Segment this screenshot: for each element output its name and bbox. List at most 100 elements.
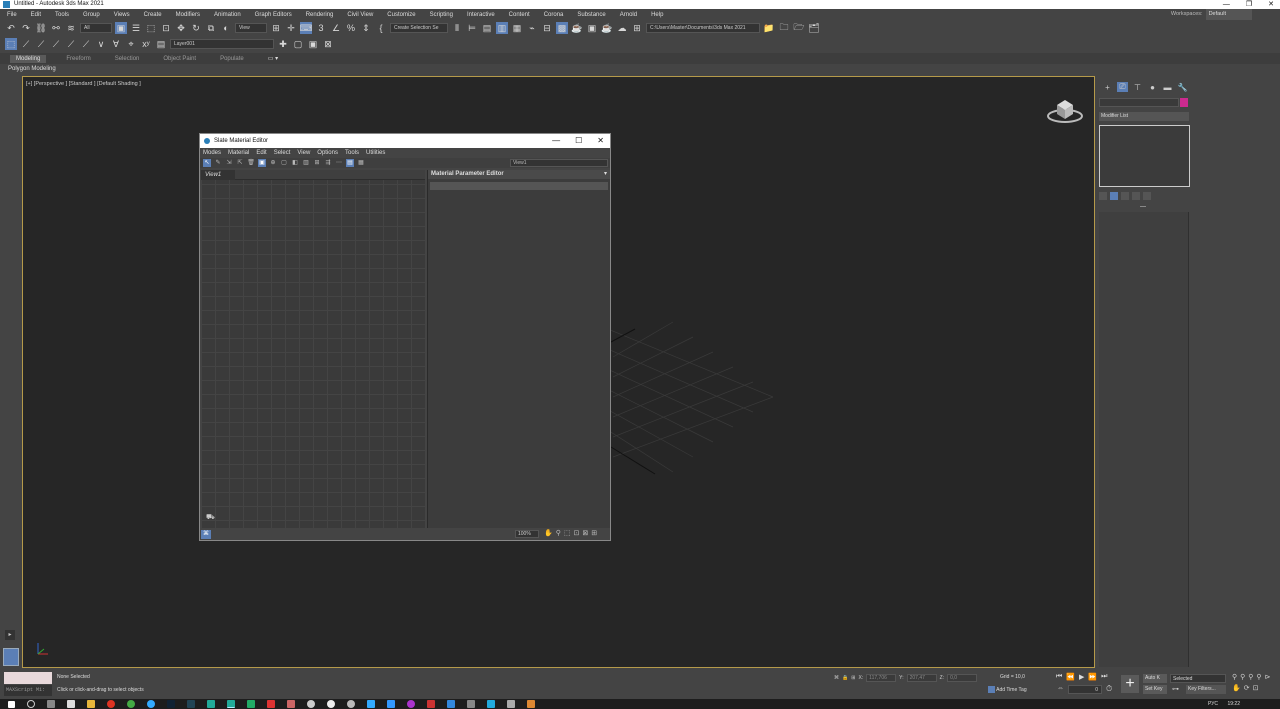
utilities-tab-icon[interactable]: 🔧 (1177, 82, 1188, 92)
menu-group[interactable]: Group (83, 12, 100, 18)
sme-hand-pan-icon[interactable]: ✋ (544, 529, 553, 537)
isolate-icon[interactable]: ⌘ (834, 675, 839, 681)
angle-snap-icon[interactable]: ∠ (330, 22, 342, 34)
add-to-layer-icon[interactable]: ▢ (292, 38, 304, 50)
curve-editor-icon[interactable]: ⌁ (526, 22, 538, 34)
ribbon-tab-selection[interactable]: Selection (115, 56, 140, 62)
project-new-icon[interactable]: 🗀 (778, 22, 790, 34)
menu-views[interactable]: Views (114, 12, 130, 18)
sme-pan-icon[interactable]: ⌘ (201, 530, 211, 539)
modifier-stack[interactable] (1099, 125, 1190, 187)
pin-stack-icon[interactable] (1099, 192, 1107, 200)
sme-view-tab[interactable]: View1 (201, 170, 236, 180)
menu-substance[interactable]: Substance (577, 12, 605, 18)
keyboard-language[interactable]: РУС (1208, 699, 1218, 709)
unlink-icon[interactable]: ⚯ (50, 22, 62, 34)
app-icon-13[interactable] (527, 700, 535, 708)
ribbon-polygon-modeling[interactable]: Polygon Modeling (0, 64, 1280, 74)
current-layer-dropdown[interactable]: Layer001 (170, 39, 274, 49)
app-icon-6[interactable] (387, 700, 395, 708)
app-icon-2[interactable] (287, 700, 295, 708)
zoom-icon[interactable]: ⚲ (1232, 673, 1237, 681)
select-in-layer-icon[interactable]: ▣ (307, 38, 319, 50)
app-icon-5[interactable] (367, 700, 375, 708)
align-icon[interactable]: ⊨ (466, 22, 478, 34)
keyboard-shortcut-override-icon[interactable]: ⌨ (300, 22, 313, 34)
link-icon[interactable]: ⛓ (35, 22, 47, 34)
motion-tab-icon[interactable]: ● (1147, 82, 1158, 92)
render-shortcuts-icon[interactable]: ⊞ (631, 22, 643, 34)
sme-pick-material-icon[interactable]: ✎ (214, 159, 222, 167)
app-icon-4[interactable] (347, 700, 355, 708)
sme-zoom-extents-icon[interactable]: ⊡ (573, 529, 579, 537)
project-folder-icon[interactable]: 🗁 (793, 22, 805, 34)
app-icon-7[interactable] (407, 700, 415, 708)
pan-icon[interactable]: ✋ (1232, 684, 1241, 692)
undo-icon[interactable]: ↶ (5, 22, 17, 34)
app-icon-8[interactable] (427, 700, 435, 708)
spinner-snap-icon[interactable]: ⇕ (360, 22, 372, 34)
ribbon-tab-modeling[interactable]: Modeling (10, 54, 47, 63)
maximize-viewport-icon[interactable]: ⊡ (1253, 684, 1259, 692)
menu-corona[interactable]: Corona (544, 12, 564, 18)
menu-arnold[interactable]: Arnold (620, 12, 637, 18)
mirror-icon[interactable]: ⫴ (451, 22, 463, 34)
opera-icon[interactable] (107, 700, 115, 708)
sme-minimize-button[interactable]: — (552, 134, 560, 148)
sme-navigator-icon[interactable]: ⛟ (206, 513, 215, 522)
sme-layout-children-icon[interactable]: ⇶ (324, 159, 332, 167)
calculator-icon[interactable] (67, 700, 75, 708)
search-icon[interactable] (27, 700, 35, 708)
selection-filter-dropdown[interactable]: All (80, 23, 112, 33)
workspaces-selector[interactable]: Workspaces: Default (1171, 9, 1252, 20)
time-config-arrows-icon[interactable]: ⇔ (1057, 685, 1064, 692)
menu-animation[interactable]: Animation (214, 12, 241, 18)
move-icon[interactable]: ✥ (175, 22, 187, 34)
sme-zoom-dropdown[interactable]: 100% (515, 530, 539, 538)
absolute-mode-icon[interactable]: ⊞ (851, 675, 855, 681)
current-frame-field[interactable]: 0 (1068, 685, 1102, 694)
maxscript-output[interactable] (4, 672, 52, 684)
manipulate-icon[interactable]: ✛ (285, 22, 297, 34)
sme-show-background-icon[interactable]: ⊕ (269, 159, 277, 167)
constraint-y-icon[interactable]: ⟋ (35, 38, 47, 50)
viewport-label[interactable]: [+] [Perspective ] [Standard ] [Default … (26, 81, 141, 87)
viewport-layout-icon[interactable] (3, 648, 19, 666)
modifier-list-dropdown[interactable]: Modifier List (1099, 112, 1189, 121)
menu-content[interactable]: Content (509, 12, 530, 18)
zoom-all-icon[interactable]: ⚲ (1240, 673, 1245, 681)
material-editor-icon[interactable]: ▩ (556, 22, 568, 34)
play-icon[interactable]: ▶ (1079, 673, 1084, 681)
sme-background-icon[interactable]: ▢ (280, 159, 288, 167)
create-layer-icon[interactable]: ✚ (277, 38, 289, 50)
scale-icon[interactable]: ⧉ (205, 22, 217, 34)
maximize-button[interactable]: ❐ (1246, 0, 1252, 9)
y-coordinate-field[interactable]: 207,47 (906, 674, 937, 682)
render-production-icon[interactable]: ☕ (601, 22, 613, 34)
remove-modifier-icon[interactable] (1132, 192, 1140, 200)
maxscript-input[interactable]: MAXScript Mi: (4, 685, 52, 696)
task-view-icon[interactable] (47, 700, 55, 708)
app-icon-10[interactable] (467, 700, 475, 708)
sme-zoom-region-icon[interactable]: ⬚ (564, 529, 571, 537)
sme-put-to-scene-icon[interactable]: ⇲ (225, 159, 233, 167)
viewcube-icon[interactable] (1046, 95, 1084, 125)
sme-menu-view[interactable]: View (297, 150, 310, 156)
constraint-x-icon[interactable]: ⟋ (20, 38, 32, 50)
pivot-center-icon[interactable]: ⊞ (270, 22, 282, 34)
telegram-icon[interactable] (147, 700, 155, 708)
named-selection-set-dropdown[interactable]: Create Selection Se (390, 23, 448, 33)
sme-arrange-icon[interactable]: ⋯ (335, 159, 343, 167)
go-to-end-icon[interactable]: ⏭ (1101, 673, 1107, 681)
key-selection-dropdown[interactable]: Selected (1170, 674, 1226, 683)
lock-selection-icon[interactable]: 🔒 (842, 675, 848, 681)
menu-file[interactable]: File (7, 12, 17, 18)
sme-assign-material-icon[interactable]: ⇱ (236, 159, 244, 167)
sme-menu-utilities[interactable]: Utilities (366, 150, 385, 156)
bind-space-warp-icon[interactable]: ≋ (65, 22, 77, 34)
system-clock[interactable]: 19:22 (1227, 699, 1240, 709)
sme-select-by-material-icon[interactable]: ▦ (357, 159, 365, 167)
make-unique-icon[interactable] (1121, 192, 1129, 200)
menu-scripting[interactable]: Scripting (430, 12, 453, 18)
key-filters-button[interactable]: Key Filters... (1186, 685, 1226, 694)
